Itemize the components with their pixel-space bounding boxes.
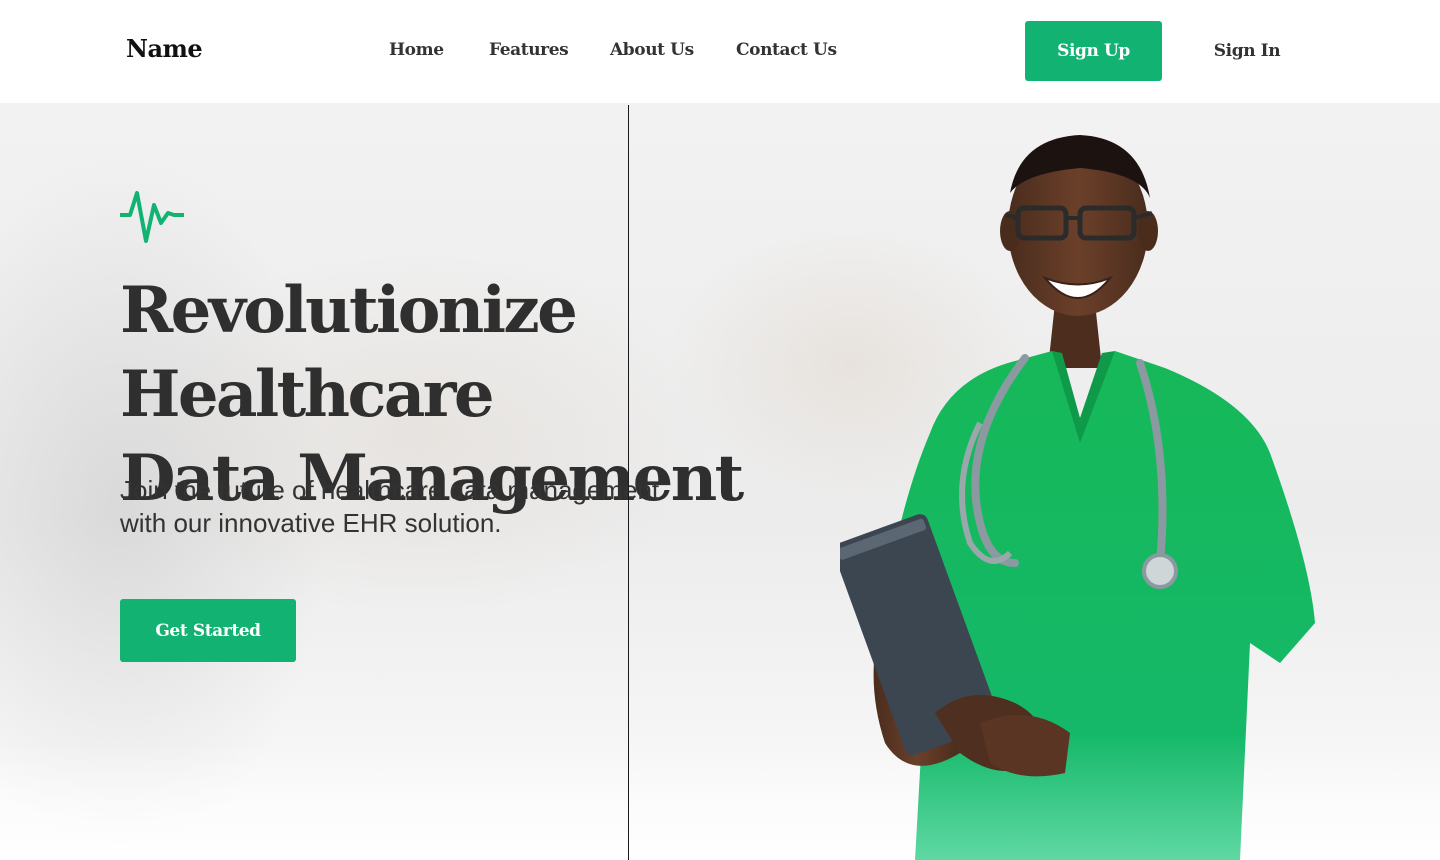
get-started-button[interactable]: Get Started (120, 599, 296, 662)
nav-contact-us[interactable]: Contact Us (736, 40, 837, 60)
sign-in-button[interactable]: Sign In (1200, 21, 1294, 81)
nav-home[interactable]: Home (389, 40, 444, 60)
headline-line-1: Revolutionize Healthcare (120, 273, 578, 432)
hero-subtext: Join the future of healthcare data manag… (120, 474, 740, 540)
divider-line (628, 105, 629, 860)
nav-features[interactable]: Features (489, 40, 569, 60)
subtext-line-2: with our innovative EHR solution. (120, 508, 502, 538)
sign-up-button[interactable]: Sign Up (1025, 21, 1162, 81)
nav-about-us[interactable]: About Us (610, 40, 694, 60)
logo[interactable]: Name (126, 34, 203, 63)
site-header: Name Home Features About Us Contact Us S… (0, 0, 1440, 103)
subtext-line-1: Join the future of healthcare data manag… (120, 475, 660, 505)
hero-section: Revolutionize Healthcare Data Management… (0, 103, 1440, 860)
heartbeat-pulse-icon (120, 191, 184, 243)
